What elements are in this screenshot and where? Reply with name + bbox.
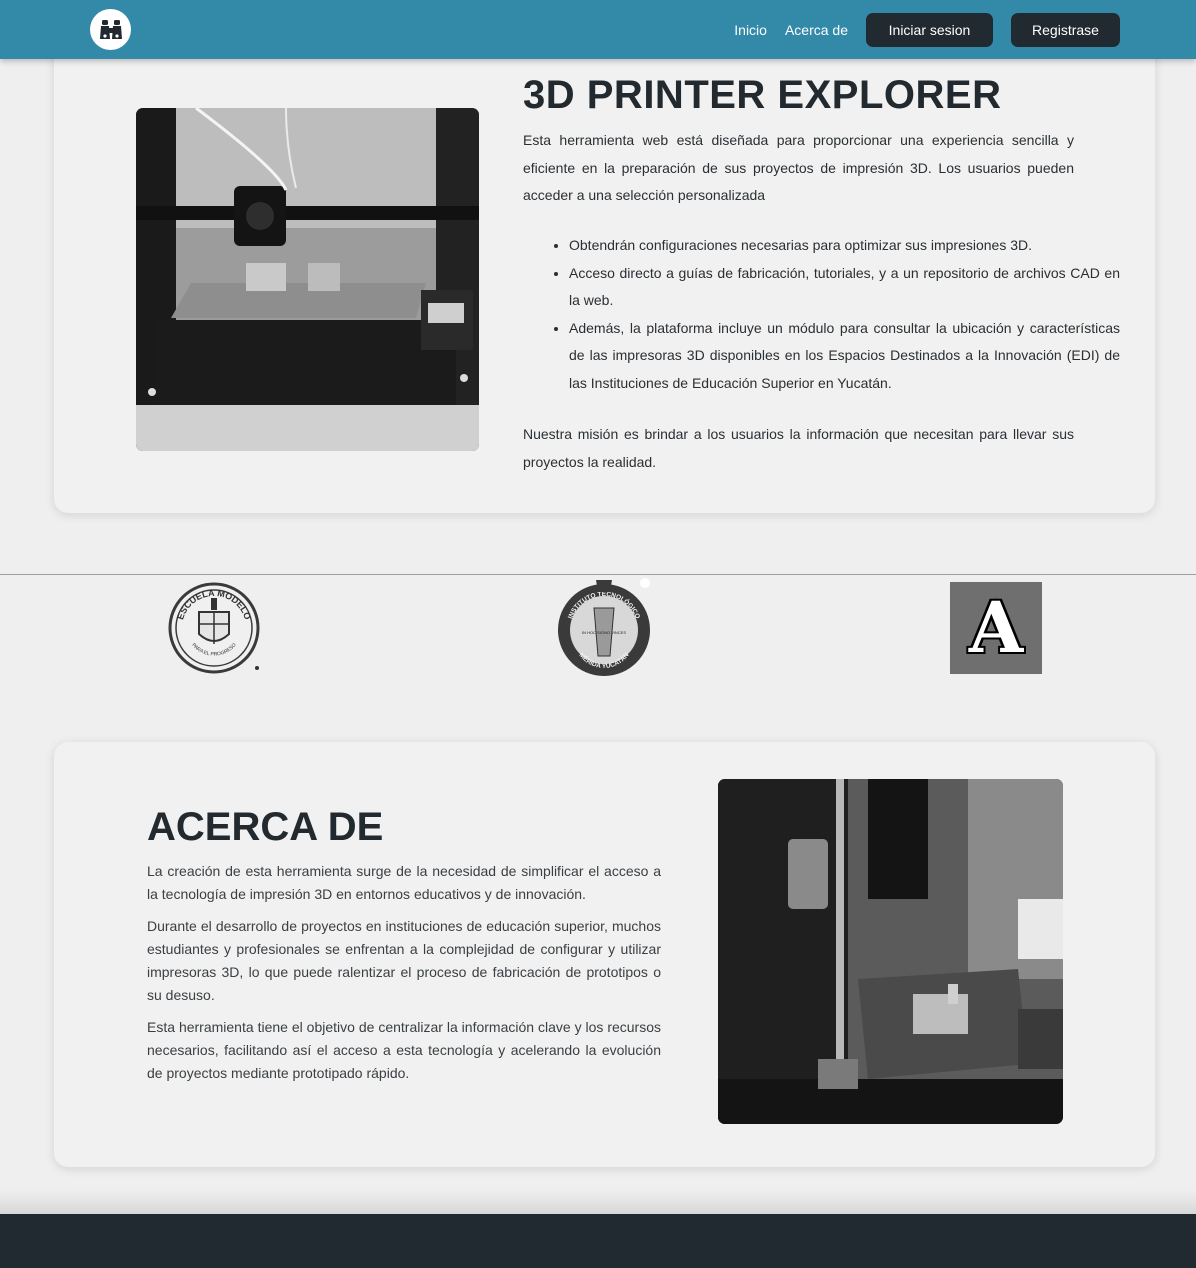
binoculars-icon — [99, 19, 122, 39]
logo-text-center: IN HOC SIGNO VINCES — [582, 630, 626, 635]
about-printer-image — [718, 779, 1063, 1124]
navbar: Inicio Acerca de Iniciar sesion Registra… — [0, 0, 1196, 59]
about-paragraph: La creación de esta herramienta surge de… — [147, 863, 661, 902]
footer — [0, 1214, 1196, 1268]
nav-link-acerca-de[interactable]: Acerca de — [785, 22, 848, 38]
anahuac-letter: A — [968, 586, 1024, 669]
home-logo-link[interactable] — [90, 9, 131, 50]
about-title: ACERCA DE — [147, 805, 384, 849]
footer-shadow — [0, 1190, 1196, 1214]
list-item: Acceso directo a guías de fabricación, t… — [569, 260, 1120, 315]
list-item: Obtendrán configuraciones necesarias par… — [569, 232, 1120, 260]
nav-links: Inicio Acerca de Iniciar sesion Registra… — [734, 13, 1120, 47]
about-paragraph: Durante el desarrollo de proyectos en in… — [147, 918, 661, 1003]
instituto-tecnologico-logo: INSTITUTO TECNOLÓGICO MÉRIDA YUCATÁN IN … — [558, 578, 650, 678]
about-paragraph: Esta herramienta tiene el objetivo de ce… — [147, 1019, 661, 1081]
hero-printer-image — [136, 108, 479, 451]
about-card: ACERCA DE La creación de esta herramient… — [54, 742, 1155, 1167]
register-button[interactable]: Registrase — [1011, 13, 1120, 47]
escuela-modelo-logo: ESCUELA MODELO PARA EL PROGRESO — [168, 582, 260, 674]
hero-mission: Nuestra misión es brindar a los usuarios… — [523, 426, 1074, 470]
hero-intro: Esta herramienta web está diseñada para … — [523, 132, 1074, 203]
login-button[interactable]: Iniciar sesion — [866, 13, 993, 47]
hero-card: 3D PRINTER EXPLORER Esta herramienta web… — [54, 40, 1155, 513]
anahuac-logo: A — [950, 582, 1042, 674]
list-item: Además, la plataforma incluye un módulo … — [569, 315, 1120, 398]
nav-link-inicio[interactable]: Inicio — [734, 22, 767, 38]
hero-feature-list: Obtendrán configuraciones necesarias par… — [523, 232, 1120, 397]
hero-title: 3D PRINTER EXPLORER — [523, 73, 1002, 117]
divider — [0, 574, 1196, 575]
